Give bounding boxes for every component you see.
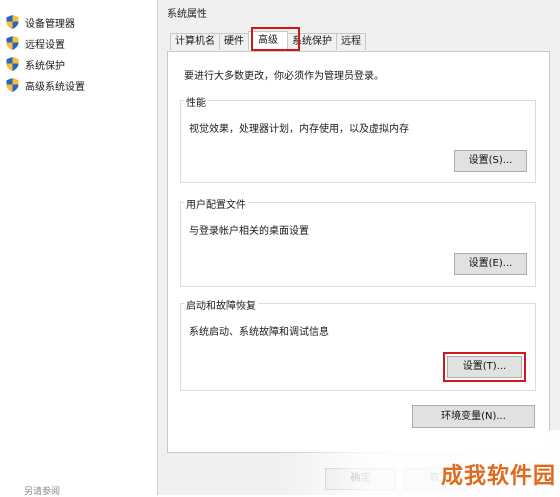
shield-icon	[6, 78, 19, 92]
admin-note: 要进行大多数更改，你必须作为管理员登录。	[184, 71, 384, 82]
tab-system-protection[interactable]: 系统保护	[287, 33, 337, 50]
ok-button[interactable]: 确定	[325, 468, 396, 490]
tab-advanced[interactable]: 高级	[248, 31, 288, 50]
shield-icon	[6, 57, 19, 71]
user-profiles-description: 与登录帐户相关的桌面设置	[189, 226, 309, 237]
advanced-tab-panel: 要进行大多数更改，你必须作为管理员登录。 性能 视觉效果，处理器计划，内存使用，…	[167, 51, 550, 453]
tab-strip: 计算机名 硬件 高级 系统保护 远程	[170, 31, 366, 51]
sidebar-item-label: 系统保护	[25, 60, 65, 72]
sidebar-item-label: 远程设置	[25, 39, 65, 51]
tab-computer-name[interactable]: 计算机名	[170, 33, 220, 50]
user-profiles-settings-button[interactable]: 设置(E)...	[454, 253, 527, 275]
performance-group: 性能 视觉效果，处理器计划，内存使用，以及虚拟内存 设置(S)...	[180, 94, 536, 183]
startup-recovery-settings-button[interactable]: 设置(T)...	[447, 356, 522, 378]
user-profiles-group: 用户配置文件 与登录帐户相关的桌面设置 设置(E)...	[180, 196, 536, 287]
tab-remote[interactable]: 远程	[336, 33, 366, 50]
shield-icon	[6, 15, 19, 29]
startup-recovery-group-title: 启动和故障恢复	[184, 297, 258, 312]
see-also-label: 另请参阅	[24, 487, 61, 497]
performance-description: 视觉效果，处理器计划，内存使用，以及虚拟内存	[189, 124, 409, 135]
startup-recovery-description: 系统启动、系统故障和调试信息	[189, 327, 329, 338]
performance-settings-button[interactable]: 设置(S)...	[454, 150, 527, 172]
sidebar-item-system-protection[interactable]: 系统保护	[6, 56, 65, 72]
sidebar-item-device-manager[interactable]: 设备管理器	[6, 14, 75, 30]
control-panel-sidebar: 设备管理器 远程设置 系统保护 高级系统设置 另请参阅	[0, 0, 158, 497]
tab-hardware[interactable]: 硬件	[219, 33, 249, 50]
sidebar-item-label: 高级系统设置	[25, 81, 85, 93]
sidebar-item-label: 设备管理器	[25, 18, 75, 30]
cancel-button[interactable]: 取消	[404, 468, 475, 490]
shield-icon	[6, 36, 19, 50]
environment-variables-button[interactable]: 环境变量(N)...	[412, 405, 535, 428]
user-profiles-group-title: 用户配置文件	[184, 196, 248, 211]
performance-group-title: 性能	[184, 94, 208, 109]
sidebar-item-advanced-system-settings[interactable]: 高级系统设置	[6, 77, 85, 93]
system-properties-dialog: 系统属性 计算机名 硬件 高级 系统保护 远程 要进行大多数更改，你必须作为管理…	[157, 0, 560, 495]
sidebar-item-remote-settings[interactable]: 远程设置	[6, 35, 65, 51]
dialog-title: 系统属性	[167, 9, 207, 20]
startup-recovery-group: 启动和故障恢复 系统启动、系统故障和调试信息 设置(T)...	[180, 297, 536, 391]
